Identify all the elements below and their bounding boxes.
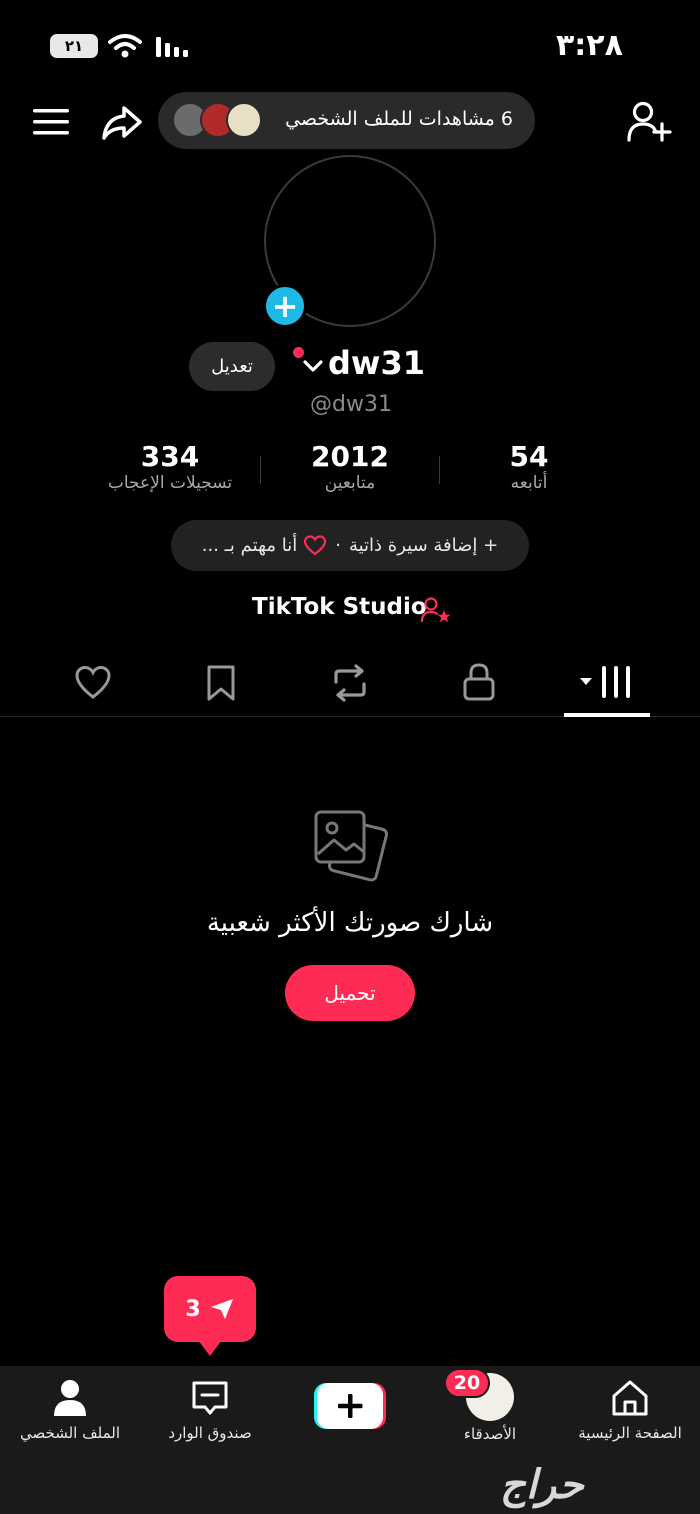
- nav-inbox-label: صندوق الوارد: [168, 1424, 252, 1442]
- notification-dot: [293, 347, 304, 358]
- add-friend-icon[interactable]: [626, 100, 672, 144]
- liked-tab-heart-icon[interactable]: [74, 665, 112, 701]
- followers-count: 2012: [311, 440, 389, 473]
- repost-tab-icon[interactable]: [330, 664, 370, 702]
- private-tab-lock-icon[interactable]: [462, 662, 496, 702]
- followers-label: متابعين: [324, 473, 376, 493]
- bio-pill[interactable]: + إضافة سيرة ذاتية · أنا مهتم بـ ...: [171, 520, 529, 571]
- stat-likes[interactable]: 334 تسجيلات الإعجاب: [70, 440, 270, 493]
- profile-person-icon: [54, 1380, 86, 1416]
- share-icon[interactable]: [100, 104, 144, 142]
- stat-following[interactable]: 54 أتابعه: [429, 440, 629, 493]
- profile-views-text: 6 مشاهدات للملف الشخصي: [285, 108, 513, 130]
- plus-icon: +: [271, 287, 299, 325]
- interests-text[interactable]: أنا مهتم بـ ...: [202, 535, 297, 556]
- send-icon: [210, 1299, 233, 1319]
- add-photo-button[interactable]: +: [263, 284, 307, 328]
- friends-badge: 20: [444, 1368, 490, 1398]
- stat-followers[interactable]: 2012 متابعين: [250, 440, 450, 493]
- nav-home[interactable]: الصفحة الرئيسية: [570, 1378, 690, 1442]
- studio-label: TikTok Studio: [252, 594, 427, 620]
- watermark: حراج: [500, 1462, 584, 1508]
- active-tab-indicator: [564, 713, 650, 717]
- edit-profile-button[interactable]: تعديل: [189, 342, 275, 391]
- following-label: أتابعه: [510, 473, 548, 493]
- saved-tab-bookmark-icon[interactable]: [206, 664, 236, 702]
- nav-profile[interactable]: الملف الشخصي: [10, 1378, 130, 1442]
- messages-toast[interactable]: 3: [164, 1276, 256, 1342]
- create-button[interactable]: [312, 1381, 388, 1431]
- empty-state-title: شارك صورتك الأكثر شعبية: [206, 908, 494, 938]
- home-icon: [612, 1380, 648, 1416]
- upload-label: تحميل: [324, 981, 376, 1005]
- add-bio-text[interactable]: + إضافة سيرة ذاتية: [349, 535, 498, 556]
- nav-inbox[interactable]: صندوق الوارد: [150, 1378, 270, 1442]
- wifi-icon: [108, 34, 142, 58]
- likes-count: 334: [140, 440, 200, 473]
- likes-label: تسجيلات الإعجاب: [107, 473, 233, 493]
- nav-home-label: الصفحة الرئيسية: [578, 1424, 682, 1442]
- nav-profile-label: الملف الشخصي: [20, 1424, 120, 1442]
- toast-tail: [198, 1340, 222, 1356]
- edit-label: تعديل: [211, 356, 253, 377]
- videos-tab-grid-icon[interactable]: [578, 664, 634, 700]
- following-count: 54: [509, 440, 549, 473]
- battery-level: ٢١: [64, 37, 84, 55]
- bio-separator: ·: [335, 535, 341, 556]
- username[interactable]: dw31: [328, 344, 425, 382]
- profile-views-pill[interactable]: 6 مشاهدات للملف الشخصي: [158, 92, 535, 149]
- battery-indicator: ٢١: [50, 34, 98, 58]
- tiktok-studio-link[interactable]: TikTok Studio: [252, 594, 427, 620]
- photo-gallery-icon: [314, 810, 389, 882]
- signal-icon: [156, 37, 188, 57]
- creator-star-icon: [420, 597, 451, 623]
- inbox-icon: [192, 1381, 228, 1415]
- heart-icon: [304, 534, 327, 555]
- toast-count: 3: [185, 1296, 201, 1322]
- upload-button[interactable]: تحميل: [285, 965, 415, 1021]
- chevron-down-icon[interactable]: [302, 358, 324, 374]
- viewer-avatar: [226, 102, 262, 138]
- menu-icon[interactable]: [32, 106, 70, 138]
- nav-friends-label[interactable]: الأصدقاء: [430, 1425, 550, 1443]
- status-time: ٣:٢٨: [556, 28, 623, 63]
- user-handle: @dw31: [310, 392, 392, 417]
- friends-badge-count: 20: [453, 1372, 481, 1394]
